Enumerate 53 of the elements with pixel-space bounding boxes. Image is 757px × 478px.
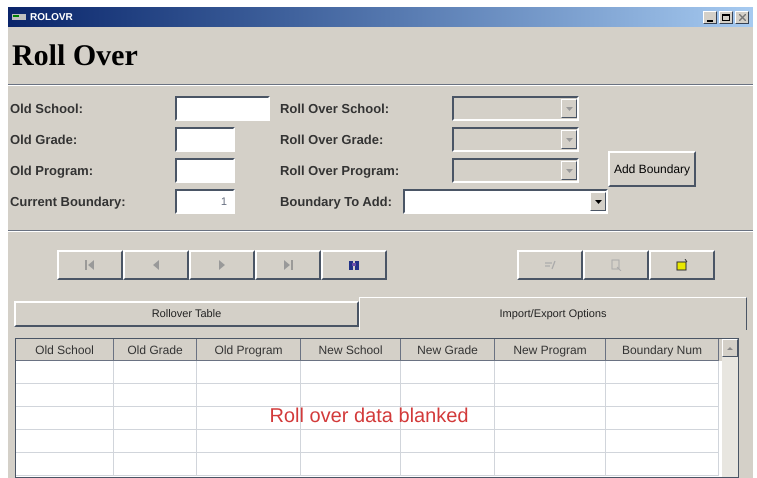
prev-button[interactable] [123, 250, 189, 280]
add-boundary-button[interactable]: Add Boundary [608, 151, 696, 187]
scroll-up-button[interactable] [722, 339, 738, 357]
close-icon [738, 14, 746, 20]
maximize-icon [722, 14, 730, 20]
field-label: Current Boundary: [10, 192, 127, 211]
column-header[interactable]: Boundary Num [606, 339, 719, 361]
new-record-icon [676, 258, 688, 270]
edit-icon [544, 258, 556, 270]
input-field[interactable] [175, 127, 235, 152]
next-button[interactable] [189, 250, 255, 280]
input-field[interactable] [175, 96, 270, 121]
dropdown[interactable] [402, 189, 608, 214]
scrollbar[interactable] [722, 339, 738, 477]
find-button[interactable] [321, 250, 387, 280]
maximize-button[interactable] [719, 10, 733, 24]
field-label: Roll Over Grade: [280, 130, 384, 149]
field-label: Roll Over School: [280, 100, 390, 118]
tab[interactable]: Rollover Table [14, 301, 359, 327]
column-header[interactable]: Old Grade [114, 339, 197, 361]
column-header[interactable]: Old School [16, 339, 114, 361]
column-header[interactable]: Old Program [197, 339, 301, 361]
down-arrow-icon [566, 138, 572, 142]
status-message: Roll over data blanked [269, 405, 468, 427]
field-label: Old School: [10, 100, 84, 118]
delete-button[interactable] [583, 250, 649, 280]
new-button[interactable] [649, 250, 715, 280]
close-button[interactable] [735, 10, 749, 24]
column-header[interactable]: New Grade [401, 339, 495, 361]
app-icon [12, 12, 26, 22]
minimize-button[interactable] [703, 10, 717, 24]
dropdown-arrow-button[interactable] [590, 192, 606, 211]
field-label: Old Program: [10, 162, 94, 180]
minimize-icon [707, 20, 713, 22]
tab[interactable]: Import/Export Options [359, 297, 747, 330]
field-label: Roll Over Program: [280, 162, 400, 180]
down-arrow-icon [566, 168, 572, 172]
input-field[interactable]: 1 [175, 189, 235, 214]
up-arrow-icon [727, 346, 733, 350]
page-heading: Roll Over [12, 38, 138, 74]
last-record-icon [282, 258, 294, 270]
field-label: Boundary To Add: [280, 192, 393, 211]
input-field[interactable] [175, 158, 235, 183]
down-arrow-icon [594, 200, 602, 204]
first-record-icon [84, 258, 96, 270]
column-header[interactable]: New Program [495, 339, 606, 361]
down-arrow-icon [566, 106, 572, 110]
last-button[interactable] [255, 250, 321, 280]
field-label: Old Grade: [10, 130, 78, 149]
window-title: ROLOVR [30, 10, 73, 24]
column-header[interactable]: New School [301, 339, 401, 361]
edit-button[interactable] [517, 250, 583, 280]
first-button[interactable] [57, 250, 123, 280]
